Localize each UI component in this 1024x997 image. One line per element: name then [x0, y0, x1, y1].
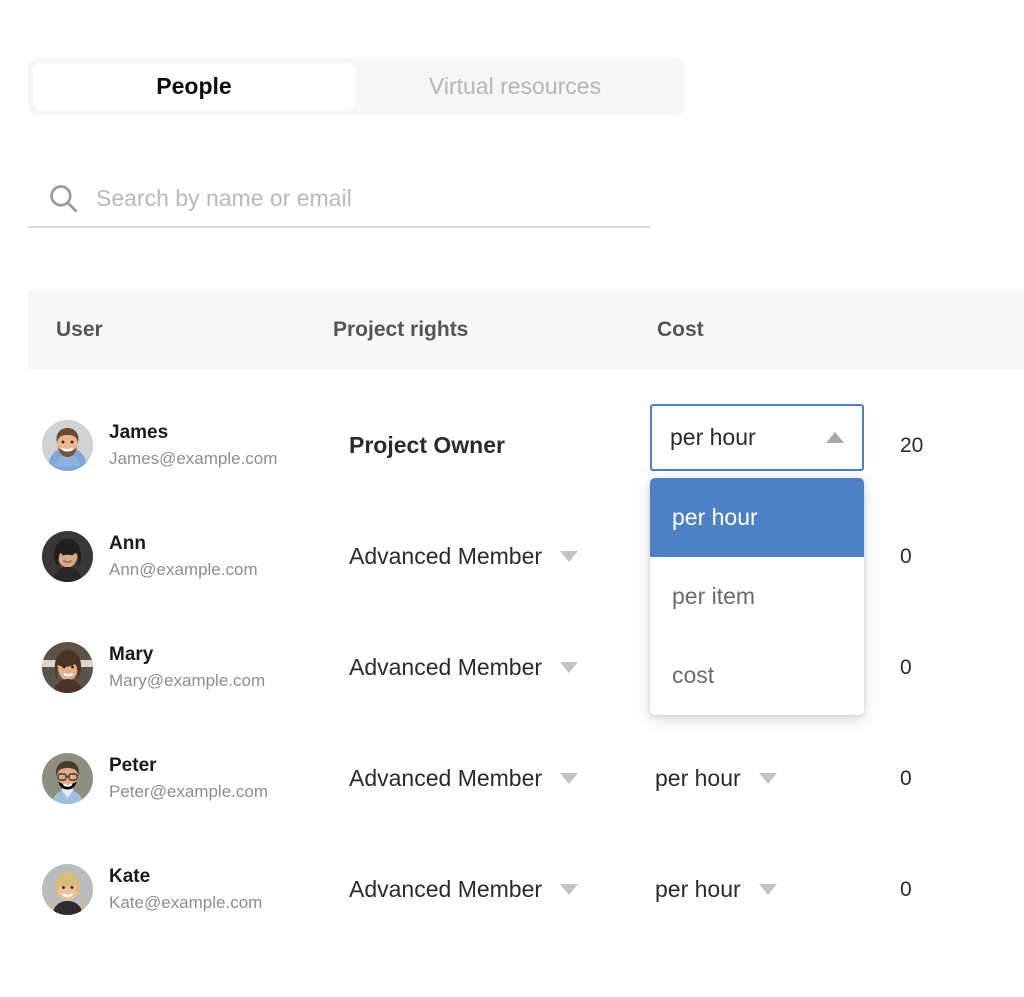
table-row: Peter Peter@example.com Advanced Member …: [0, 723, 1024, 834]
cost-type-dropdown-menu: per hour per item cost: [650, 478, 864, 715]
dropdown-option-label: per item: [672, 583, 755, 610]
cost-value: 0: [900, 767, 912, 791]
user-name: Ann: [109, 532, 258, 556]
user-text: James James@example.com: [109, 421, 277, 471]
tabbar: People Virtual resources: [28, 58, 685, 115]
dropdown-option-per-hour[interactable]: per hour: [650, 478, 864, 557]
cost-type-select-open[interactable]: per hour: [650, 404, 864, 471]
avatar-photo-james: [42, 420, 93, 471]
user-text: Mary Mary@example.com: [109, 643, 265, 693]
tab-virtual-resources[interactable]: Virtual resources: [355, 63, 675, 110]
project-rights-dropdown[interactable]: Advanced Member: [349, 765, 578, 792]
table-row: Kate Kate@example.com Advanced Member pe…: [0, 834, 1024, 945]
project-rights-label: Advanced Member: [349, 876, 542, 903]
cost-value: 20: [900, 434, 923, 458]
user-email: Kate@example.com: [109, 891, 262, 915]
table-row: Mary Mary@example.com Advanced Member 0: [0, 612, 1024, 723]
cost-value: 0: [900, 545, 912, 569]
column-header-project-rights: Project rights: [333, 318, 468, 342]
tab-virtual-resources-label: Virtual resources: [429, 73, 601, 100]
column-header-user: User: [56, 318, 103, 342]
user-name: Peter: [109, 754, 268, 778]
table-row: Ann Ann@example.com Advanced Member 0: [0, 501, 1024, 612]
user-email: Ann@example.com: [109, 558, 258, 582]
user-name: James: [109, 421, 277, 445]
cost-type-dropdown[interactable]: per hour: [655, 765, 777, 792]
table-row: James James@example.com Project Owner 20: [0, 390, 1024, 501]
chevron-down-icon: [560, 662, 578, 673]
user-cell: James James@example.com: [42, 420, 277, 471]
chevron-down-icon: [560, 773, 578, 784]
user-email: James@example.com: [109, 447, 277, 471]
tab-people[interactable]: People: [33, 63, 355, 110]
user-cell: Ann Ann@example.com: [42, 531, 258, 582]
cost-type-label: per hour: [655, 876, 741, 903]
project-rights-label: Advanced Member: [349, 654, 542, 681]
user-cell: Peter Peter@example.com: [42, 753, 268, 804]
search-field[interactable]: [28, 170, 650, 228]
chevron-down-icon: [560, 884, 578, 895]
avatar: [42, 642, 93, 693]
chevron-up-icon: [826, 432, 844, 443]
user-email: Mary@example.com: [109, 669, 265, 693]
tab-people-label: People: [156, 73, 231, 100]
search-icon: [46, 181, 80, 215]
user-text: Ann Ann@example.com: [109, 532, 258, 582]
avatar: [42, 864, 93, 915]
user-name: Kate: [109, 865, 262, 889]
chevron-down-icon: [759, 773, 777, 784]
project-rights-dropdown[interactable]: Advanced Member: [349, 876, 578, 903]
project-rights-dropdown[interactable]: Advanced Member: [349, 654, 578, 681]
dropdown-option-per-item[interactable]: per item: [650, 557, 864, 636]
project-rights-label: Advanced Member: [349, 765, 542, 792]
cost-type-dropdown[interactable]: per hour: [655, 876, 777, 903]
cost-value: 0: [900, 656, 912, 680]
table-header: User Project rights Cost: [28, 290, 1024, 369]
project-rights-label: Project Owner: [349, 432, 505, 459]
column-header-cost: Cost: [657, 318, 704, 342]
dropdown-option-label: per hour: [672, 504, 758, 531]
avatar-photo-mary: [42, 642, 93, 693]
search-input[interactable]: [96, 185, 616, 212]
user-text: Peter Peter@example.com: [109, 754, 268, 804]
user-text: Kate Kate@example.com: [109, 865, 262, 915]
cost-type-label: per hour: [655, 765, 741, 792]
avatar-photo-kate: [42, 864, 93, 915]
project-rights-dropdown[interactable]: Advanced Member: [349, 543, 578, 570]
dropdown-option-label: cost: [672, 662, 714, 689]
avatar: [42, 420, 93, 471]
chevron-down-icon: [759, 884, 777, 895]
cost-value: 0: [900, 878, 912, 902]
avatar-photo-ann: [42, 531, 93, 582]
user-cell: Mary Mary@example.com: [42, 642, 265, 693]
people-settings-page: People Virtual resources User Project ri…: [0, 0, 1024, 997]
user-name: Mary: [109, 643, 265, 667]
project-rights-label: Advanced Member: [349, 543, 542, 570]
user-email: Peter@example.com: [109, 780, 268, 804]
project-rights-cell: Project Owner: [349, 432, 505, 459]
cost-type-selected-label: per hour: [670, 424, 756, 451]
user-cell: Kate Kate@example.com: [42, 864, 262, 915]
avatar: [42, 531, 93, 582]
avatar-photo-peter: [42, 753, 93, 804]
dropdown-option-cost[interactable]: cost: [650, 636, 864, 715]
chevron-down-icon: [560, 551, 578, 562]
avatar: [42, 753, 93, 804]
people-table-body: James James@example.com Project Owner 20: [0, 390, 1024, 945]
